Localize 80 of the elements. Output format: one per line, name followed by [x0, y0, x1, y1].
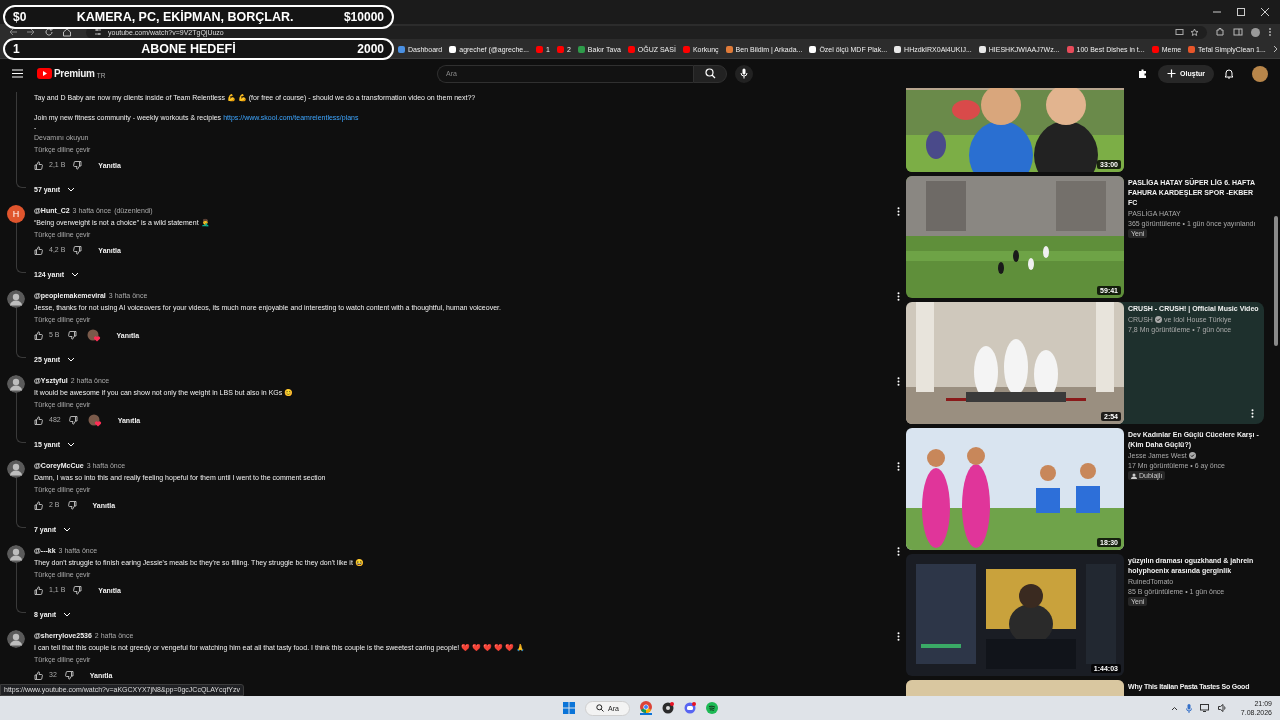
logo-text[interactable]: Premium	[54, 68, 95, 79]
chrome-icon[interactable]	[639, 701, 652, 715]
chevron-down-icon	[67, 356, 76, 362]
more-icon[interactable]	[897, 376, 900, 386]
thumbs-up-icon[interactable]	[34, 330, 43, 340]
chevron-down-icon	[63, 526, 72, 532]
thumbs-up-icon[interactable]	[34, 160, 43, 170]
thread-line	[16, 393, 26, 443]
chevron-right-icon[interactable]	[1272, 45, 1279, 53]
person-icon	[1131, 472, 1137, 479]
thread-line	[16, 563, 26, 613]
voice-search-button[interactable]	[735, 64, 753, 83]
chevron-down-icon	[67, 441, 76, 447]
profile-avatar[interactable]	[1251, 27, 1260, 37]
more-icon[interactable]	[897, 546, 900, 556]
record-app-icon[interactable]	[661, 702, 674, 714]
more-icon[interactable]	[897, 206, 900, 216]
avatar[interactable]	[7, 460, 25, 478]
site-info-icon[interactable]	[94, 28, 102, 36]
thumbs-down-icon[interactable]	[64, 670, 74, 680]
microphone-icon[interactable]	[1185, 703, 1192, 713]
speaker-icon[interactable]	[1217, 704, 1227, 712]
thumbs-up-icon[interactable]	[34, 500, 43, 510]
thumbs-up-icon[interactable]	[34, 585, 43, 595]
chat-app-icon[interactable]	[683, 702, 696, 714]
thread-line	[16, 478, 26, 528]
extensions-icon[interactable]	[1215, 27, 1225, 37]
search-icon	[704, 68, 716, 79]
avatar[interactable]	[7, 375, 25, 393]
thumbs-down-icon[interactable]	[68, 415, 78, 425]
thumbs-up-icon[interactable]	[34, 415, 43, 425]
scrollbar-thumb[interactable]	[1274, 216, 1278, 346]
avatar[interactable]	[7, 545, 25, 563]
goal-title: KAMERA, PC, EKİPMAN, BORÇLAR.	[76, 10, 294, 24]
music-app-icon[interactable]	[705, 702, 718, 714]
chevron-down-icon	[63, 611, 72, 617]
install-icon[interactable]	[1175, 27, 1184, 37]
star-icon[interactable]	[1190, 27, 1199, 37]
avatar[interactable]	[1252, 65, 1268, 82]
thread-line	[16, 308, 26, 358]
microphone-icon	[740, 68, 748, 79]
bell-icon[interactable]	[1224, 68, 1234, 79]
thumbs-down-icon[interactable]	[67, 500, 77, 510]
home-icon[interactable]	[62, 27, 72, 37]
chevron-up-icon[interactable]	[1170, 705, 1178, 711]
goal-start: 1	[13, 42, 20, 56]
forward-icon[interactable]	[26, 27, 36, 37]
menu-icon[interactable]	[12, 69, 23, 78]
plus-icon	[1167, 69, 1177, 78]
thread-line	[16, 223, 26, 273]
thumbs-up-icon[interactable]	[34, 670, 43, 680]
windows-start-icon[interactable]	[563, 702, 575, 714]
search-button[interactable]	[693, 64, 727, 83]
avatar[interactable]	[7, 290, 25, 308]
goal-title: ABONE HEDEFİ	[141, 42, 236, 56]
thumbs-down-icon[interactable]	[73, 245, 83, 255]
goal-target: 2000	[357, 42, 384, 56]
more-icon[interactable]	[897, 631, 900, 641]
goal-start: $0	[13, 10, 27, 24]
more-icon[interactable]	[1251, 409, 1254, 418]
thumbs-down-icon[interactable]	[73, 585, 83, 595]
chevron-down-icon	[67, 186, 76, 192]
reload-icon[interactable]	[44, 27, 54, 37]
avatar[interactable]	[7, 630, 25, 648]
play-logo-icon[interactable]	[37, 68, 52, 79]
more-icon[interactable]	[897, 291, 900, 301]
close-icon[interactable]	[1260, 7, 1270, 17]
network-icon[interactable]	[1199, 704, 1210, 712]
puzzle-icon[interactable]	[1137, 68, 1149, 79]
sidebar-icon[interactable]	[1233, 27, 1243, 37]
thumbs-down-icon[interactable]	[67, 330, 77, 340]
search-icon	[596, 704, 604, 712]
maximize-icon[interactable]	[1236, 7, 1246, 17]
more-icon[interactable]	[897, 461, 900, 471]
chevron-down-icon	[70, 271, 79, 277]
goal-target: $10000	[343, 10, 384, 24]
back-icon[interactable]	[8, 27, 18, 37]
thumbs-up-icon[interactable]	[34, 245, 43, 255]
thumbs-down-icon[interactable]	[73, 160, 83, 170]
avatar[interactable]: H	[7, 205, 25, 223]
